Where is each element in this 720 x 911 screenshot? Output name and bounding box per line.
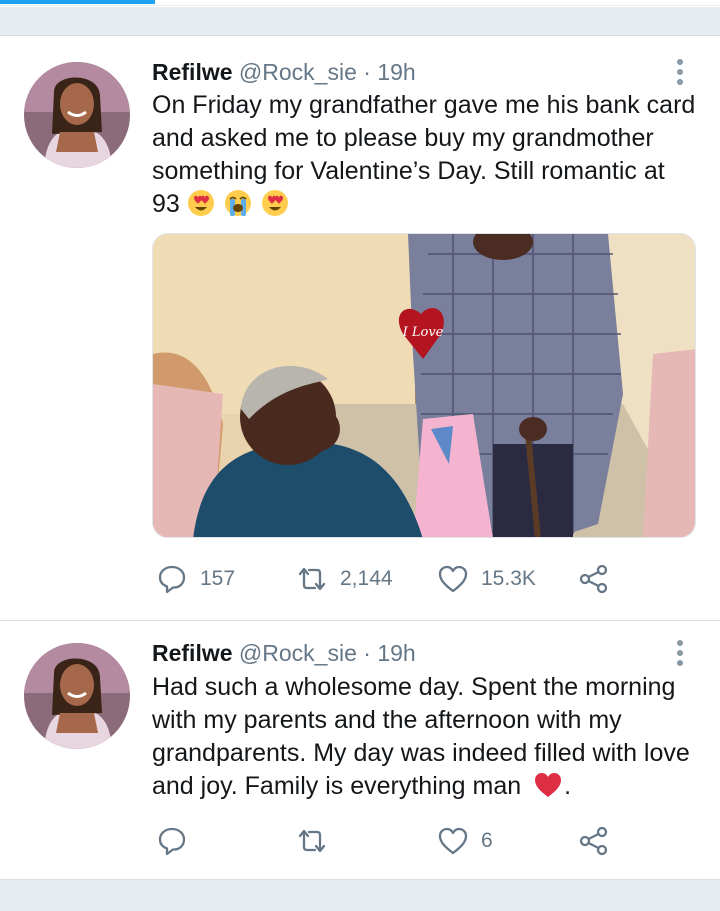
timeline-gap-bottom (0, 879, 720, 911)
share-button[interactable] (578, 824, 610, 858)
active-tab-indicator (0, 0, 155, 4)
retweet-count: 2,144 (340, 567, 393, 590)
tweet-text-line: 93 (152, 190, 180, 218)
retweet-button[interactable] (296, 824, 340, 858)
tweet-1[interactable]: Refilwe @Rock_sie · 19h On Friday my gra… (0, 35, 720, 617)
handle[interactable]: @Rock_sie (239, 59, 357, 85)
heart-icon (438, 565, 468, 593)
timestamp[interactable]: 19h (377, 59, 415, 85)
like-count: 15.3K (481, 567, 536, 590)
more-options-icon[interactable] (670, 58, 690, 88)
reply-button[interactable] (156, 824, 200, 858)
heart-icon (438, 827, 468, 855)
retweet-button[interactable]: 2,144 (296, 562, 393, 596)
tweet-actions: 6 (152, 824, 672, 858)
separator: · (363, 640, 371, 666)
tweet-2[interactable]: Refilwe @Rock_sie · 19h Had such a whole… (0, 621, 720, 879)
like-count: 6 (481, 829, 493, 852)
tweet-text-line: Had such a wholesome day. Spent the morn… (152, 673, 676, 701)
heart-eyes-emoji (187, 190, 214, 216)
timeline-gap-top (0, 7, 720, 35)
retweet-icon (298, 567, 326, 591)
display-name[interactable]: Refilwe (152, 59, 233, 85)
tweet-text-line: and asked me to please buy my grandmothe… (152, 124, 654, 152)
trailing-text: . (564, 772, 572, 800)
crying-emoji (224, 190, 251, 216)
reply-icon (158, 827, 186, 856)
separator: · (363, 59, 371, 85)
retweet-icon (298, 829, 326, 853)
display-name[interactable]: Refilwe (152, 640, 233, 666)
top-tab-bar (0, 0, 720, 6)
balloon-text: I Love (402, 325, 444, 340)
tweet-text-line: On Friday my grandfather gave me his ban… (152, 91, 696, 119)
handle[interactable]: @Rock_sie (239, 640, 357, 666)
tweet-header: Refilwe @Rock_sie · 19h (152, 639, 416, 667)
tweet-text-line: and joy. Family is everything man (152, 772, 522, 800)
tweet-text-line: something for Valentine’s Day. Still rom… (152, 157, 665, 185)
like-button[interactable]: 15.3K (437, 562, 536, 596)
like-button[interactable]: 6 (437, 824, 493, 858)
share-icon (579, 826, 608, 856)
reply-icon (158, 565, 186, 594)
red-heart-emoji (535, 773, 562, 797)
tweet-text: On Friday my grandfather gave me his ban… (152, 89, 697, 221)
tweet-header: Refilwe @Rock_sie · 19h (152, 58, 416, 86)
more-options-icon[interactable] (670, 639, 690, 669)
avatar[interactable] (24, 643, 130, 749)
tweet-actions: 157 2,144 15.3K (152, 562, 672, 596)
share-icon (579, 564, 608, 594)
share-button[interactable] (578, 562, 610, 596)
tweet-text: Had such a wholesome day. Spent the morn… (152, 671, 697, 803)
reply-count: 157 (200, 567, 236, 590)
avatar[interactable] (24, 62, 130, 168)
heart-eyes-emoji (261, 190, 288, 216)
tweet-text-line: grandparents. My day was indeed filled w… (152, 739, 690, 767)
tweet-photo[interactable]: I Love (152, 233, 696, 538)
reply-button[interactable]: 157 (156, 562, 235, 596)
tweet-text-line: with my parents and the afternoon with m… (152, 706, 622, 734)
timestamp[interactable]: 19h (377, 640, 415, 666)
